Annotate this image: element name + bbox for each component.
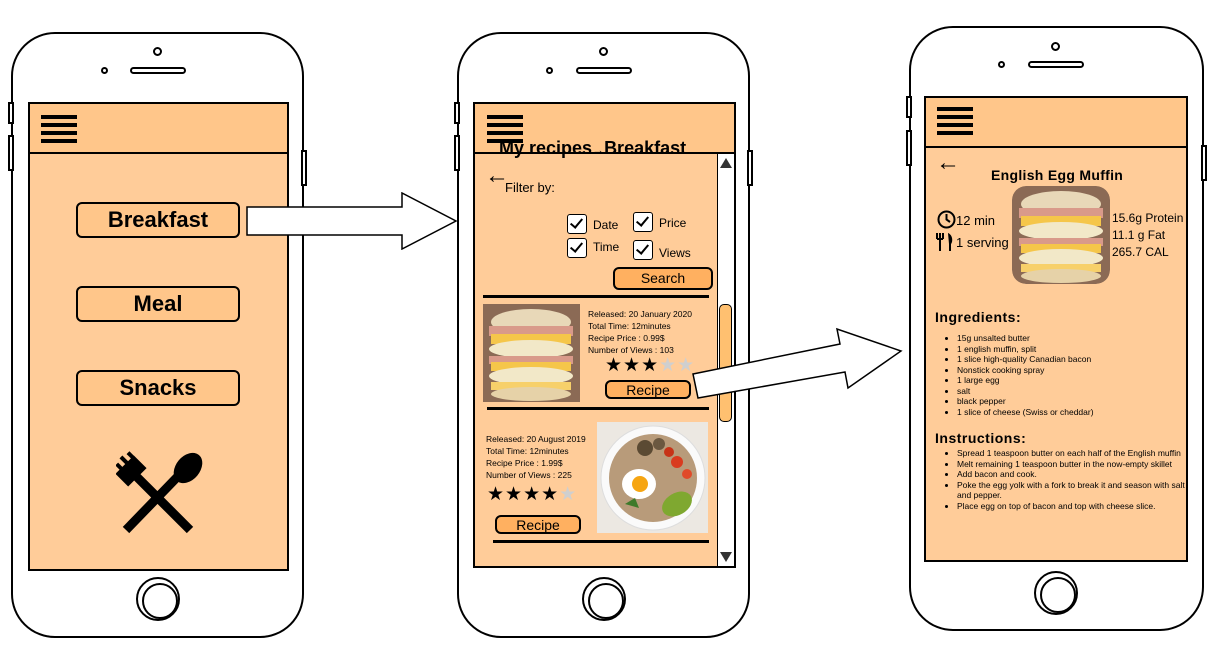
recipe-price: Recipe Price : 1.99$ bbox=[486, 458, 563, 468]
phone-camera bbox=[599, 47, 608, 56]
filter-price-checkbox[interactable] bbox=[633, 212, 653, 232]
filter-views-checkbox[interactable] bbox=[633, 240, 653, 260]
filter-price-label: Price bbox=[659, 216, 687, 230]
phone-side-button bbox=[8, 135, 14, 171]
page-title: My recipes→Breakfast bbox=[499, 138, 687, 158]
back-arrow-icon[interactable]: ← bbox=[936, 151, 960, 175]
phone-speaker bbox=[1028, 61, 1084, 68]
phone-speaker bbox=[576, 67, 632, 74]
filter-date-label: Date bbox=[593, 218, 619, 232]
phone-side-button bbox=[1201, 145, 1207, 181]
screen-categories: Breakfast Meal Snacks bbox=[28, 102, 289, 571]
screen-recipe-detail: ← English Egg Muffin 12 min 1 serving 15… bbox=[924, 96, 1188, 562]
home-button[interactable] bbox=[1034, 571, 1078, 615]
home-button[interactable] bbox=[136, 577, 180, 621]
filter-views-label: Views bbox=[659, 246, 691, 260]
recipe-button[interactable]: Recipe bbox=[605, 380, 691, 399]
flow-arrow bbox=[246, 192, 458, 250]
phone-side-button bbox=[454, 135, 460, 171]
list-item: 1 large egg bbox=[957, 375, 1186, 386]
filter-time-label: Time bbox=[593, 240, 620, 254]
ingredients-list: 15g unsalted butter1 english muffin, spl… bbox=[935, 333, 1186, 418]
list-item: 1 slice high-quality Canadian bacon bbox=[957, 354, 1186, 365]
filter-label: Filter by: bbox=[505, 180, 555, 195]
list-item: 1 english muffin, split bbox=[957, 344, 1186, 355]
list-item: 15g unsalted butter bbox=[957, 333, 1186, 344]
recipe-views: Number of Views : 225 bbox=[486, 470, 572, 480]
ingredients-heading: Ingredients: bbox=[935, 309, 1022, 325]
filter-date-checkbox[interactable] bbox=[567, 214, 587, 234]
phone-side-button bbox=[747, 150, 753, 186]
divider bbox=[493, 540, 709, 543]
phone-side-button bbox=[906, 96, 912, 118]
clock-icon bbox=[937, 210, 956, 229]
rating-stars: ★★★★★ bbox=[605, 355, 696, 376]
top-bar bbox=[926, 98, 1186, 148]
cook-time: 12 min bbox=[956, 213, 996, 228]
divider bbox=[483, 295, 709, 298]
nutrition-calories: 265.7 CAL bbox=[1112, 245, 1169, 259]
list-item: Melt remaining 1 teaspoon butter in the … bbox=[957, 459, 1186, 470]
recipe-total-time: Total Time: 12minutes bbox=[486, 446, 569, 456]
nutrition-fat: 11.1 g Fat bbox=[1112, 228, 1166, 242]
recipe-released: Released: 20 January 2020 bbox=[588, 309, 692, 319]
list-item: Add bacon and cook. bbox=[957, 469, 1186, 480]
phone-sensor bbox=[546, 67, 553, 74]
recipe-button[interactable]: Recipe bbox=[495, 515, 581, 534]
list-item: 1 slice of cheese (Swiss or cheddar) bbox=[957, 407, 1186, 418]
divider bbox=[487, 407, 709, 410]
category-button-snacks[interactable]: Snacks bbox=[76, 370, 240, 406]
phone-side-button bbox=[454, 102, 460, 124]
cutlery-icon bbox=[936, 233, 953, 251]
phone-side-button bbox=[8, 102, 14, 124]
recipe-image-muffin bbox=[1012, 186, 1110, 284]
top-bar bbox=[30, 104, 287, 154]
list-item: black pepper bbox=[957, 396, 1186, 407]
recipe-released: Released: 20 August 2019 bbox=[486, 434, 586, 444]
phone-sensor bbox=[998, 61, 1005, 68]
menu-icon[interactable] bbox=[937, 107, 973, 137]
list-item: Place egg on top of bacon and top with c… bbox=[957, 501, 1186, 512]
category-button-breakfast[interactable]: Breakfast bbox=[76, 202, 240, 238]
home-button[interactable] bbox=[582, 577, 626, 621]
rating-stars: ★★★★★ bbox=[487, 484, 578, 505]
recipe-total-time: Total Time: 12minutes bbox=[588, 321, 671, 331]
phone-sensor bbox=[101, 67, 108, 74]
phone-side-button bbox=[906, 130, 912, 166]
recipe-price: Recipe Price : 0.99$ bbox=[588, 333, 665, 343]
search-button[interactable]: Search bbox=[613, 267, 713, 290]
phone-speaker bbox=[130, 67, 186, 74]
list-item: Poke the egg yolk with a fork to break i… bbox=[957, 480, 1186, 501]
recipe-image-muffin bbox=[483, 304, 580, 402]
scroll-up-icon[interactable] bbox=[719, 156, 733, 170]
category-button-meal[interactable]: Meal bbox=[76, 286, 240, 322]
scroll-down-icon[interactable] bbox=[719, 550, 733, 564]
instructions-heading: Instructions: bbox=[935, 430, 1027, 446]
flow-arrow bbox=[692, 327, 903, 399]
instructions-list: Spread 1 teaspoon butter on each half of… bbox=[935, 448, 1186, 512]
servings: 1 serving bbox=[956, 235, 1009, 250]
list-item: salt bbox=[957, 386, 1186, 397]
recipe-image-bowl bbox=[597, 422, 708, 533]
nutrition-protein: 15.6g Protein bbox=[1112, 211, 1184, 225]
phone-side-button bbox=[301, 150, 307, 186]
phone-camera bbox=[153, 47, 162, 56]
recipe-title: English Egg Muffin bbox=[991, 167, 1124, 183]
fork-spoon-icon bbox=[116, 451, 203, 534]
menu-icon[interactable] bbox=[41, 115, 77, 145]
list-item: Spread 1 teaspoon butter on each half of… bbox=[957, 448, 1186, 459]
phone-camera bbox=[1051, 42, 1060, 51]
list-item: Nonstick cooking spray bbox=[957, 365, 1186, 376]
filter-time-checkbox[interactable] bbox=[567, 238, 587, 258]
